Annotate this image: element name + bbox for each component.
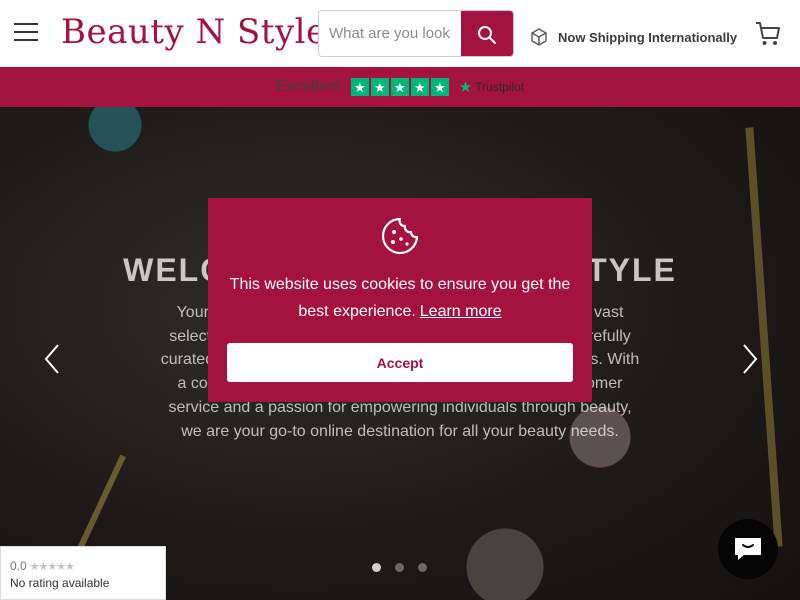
- slide-dot[interactable]: [418, 563, 427, 572]
- trustpilot-logo: ★ Trustpilot: [459, 78, 524, 96]
- chevron-right-icon: [743, 344, 758, 374]
- trustpilot-rating-label: Excellent: [275, 78, 341, 95]
- star-icon: ★: [390, 78, 409, 96]
- shipping-notice[interactable]: Now Shipping Internationally: [530, 28, 737, 46]
- decor-brush: [745, 127, 783, 547]
- cart-icon: [756, 22, 780, 45]
- search-button[interactable]: [461, 11, 513, 56]
- chevron-left-icon: [44, 344, 59, 374]
- slide-dot[interactable]: [372, 563, 381, 572]
- slide-next-button[interactable]: [734, 339, 764, 379]
- menu-icon[interactable]: [14, 23, 38, 43]
- star-icon: ★: [350, 78, 369, 96]
- star-icon: ★: [430, 78, 449, 96]
- rating-stars-icon: ★★★★★: [29, 560, 75, 573]
- trustpilot-bar[interactable]: Excellent ★ ★ ★ ★ ★ ★ Trustpilot: [0, 67, 800, 107]
- logo-text: Beauty N Style: [61, 12, 327, 52]
- cookie-icon: [381, 217, 419, 255]
- search-input[interactable]: [319, 11, 461, 56]
- trustpilot-star-icon: ★: [458, 79, 473, 96]
- site-header: Beauty N Style Now Shipping Internationa…: [0, 0, 800, 67]
- trustpilot-brand: Trustpilot: [475, 80, 525, 94]
- cookie-message-block: This website uses cookies to ensure you …: [223, 271, 577, 325]
- cart-button[interactable]: [754, 20, 782, 48]
- learn-more-link[interactable]: Learn more: [420, 303, 502, 320]
- cookie-message: This website uses cookies to ensure you …: [229, 276, 571, 320]
- slide-prev-button[interactable]: [38, 339, 68, 379]
- star-icon: ★: [370, 78, 389, 96]
- accept-cookies-button[interactable]: Accept: [227, 343, 573, 382]
- box-icon: [531, 28, 547, 46]
- google-rating-status: No rating available: [10, 576, 110, 590]
- chat-icon: [735, 538, 761, 560]
- shipping-text: Now Shipping Internationally: [558, 29, 738, 45]
- search-bar: [318, 10, 514, 57]
- trustpilot-stars: ★ ★ ★ ★ ★: [350, 78, 449, 96]
- google-rating-score: 0.0: [10, 559, 27, 573]
- search-icon: [478, 25, 496, 44]
- star-icon: ★: [410, 78, 429, 96]
- google-rating-row: 0.0 ★★★★★: [10, 559, 156, 573]
- google-rating-badge[interactable]: 0.0 ★★★★★ No rating available: [0, 546, 166, 600]
- slide-dots: [372, 563, 427, 572]
- slide-dot[interactable]: [395, 563, 404, 572]
- chat-button[interactable]: [718, 519, 778, 579]
- site-logo[interactable]: Beauty N Style: [61, 10, 326, 54]
- cookie-banner: This website uses cookies to ensure you …: [208, 198, 592, 402]
